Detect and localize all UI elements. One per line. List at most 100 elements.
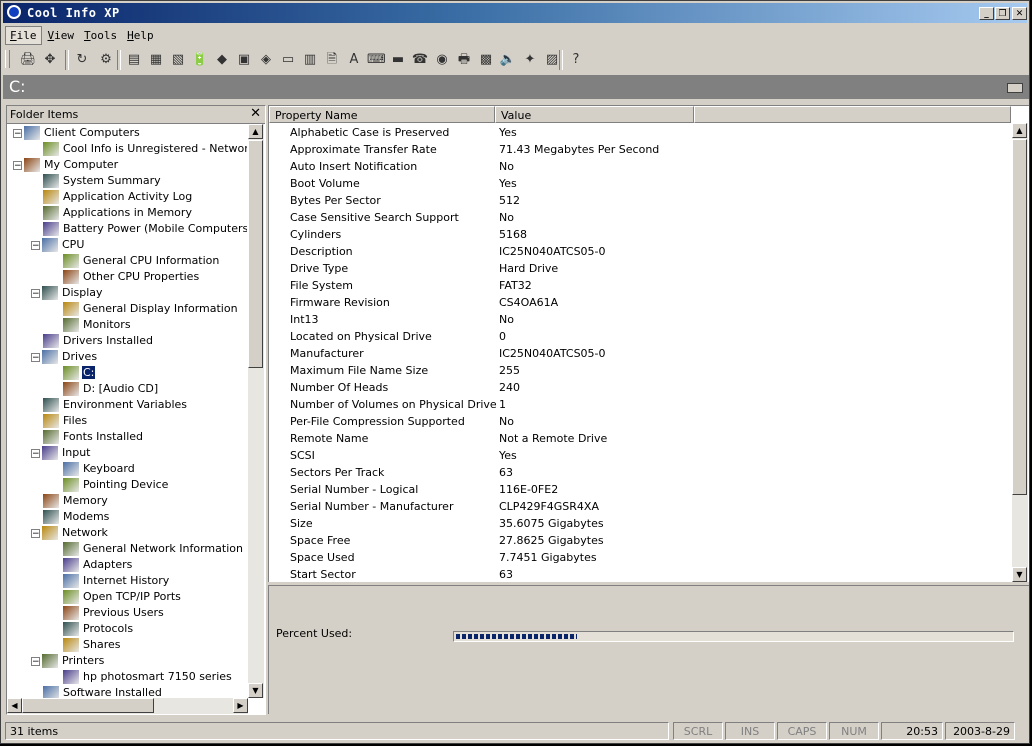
tree-item[interactable]: − Display <box>31 285 104 301</box>
tree-item[interactable]: − CPU <box>31 237 85 253</box>
properties-scroll-thumb[interactable] <box>1012 139 1027 495</box>
toolbar-drives-icon[interactable]: ▭ <box>279 51 297 69</box>
toolbar-cpu-icon[interactable]: ◆ <box>213 51 231 69</box>
tree-item[interactable]: C: <box>63 365 96 381</box>
property-row[interactable]: Maximum File Name Size 255 <box>269 362 1011 379</box>
tree-item[interactable]: Keyboard <box>63 461 136 477</box>
property-row[interactable]: Serial Number - Logical 116E-0FE2 <box>269 481 1011 498</box>
properties-scroll-up-arrow[interactable]: ▲ <box>1012 123 1027 138</box>
tree-item[interactable]: Cool Info is Unregistered - Network W <box>43 141 247 157</box>
toolbar-applications-memory-icon[interactable]: ▧ <box>169 51 187 69</box>
toolbar-files-icon[interactable]: 🗎 <box>323 51 341 69</box>
property-row[interactable]: Alphabetic Case is Preserved Yes <box>269 124 1011 141</box>
folder-pane-close-icon[interactable]: ✕ <box>250 106 261 121</box>
toolbar-fonts-icon[interactable]: A <box>345 51 363 69</box>
tree-item[interactable]: Software Installed <box>43 685 163 698</box>
restore-button[interactable]: ❐ <box>995 7 1010 20</box>
tree-expander[interactable]: − <box>13 128 22 138</box>
tree-expander[interactable]: − <box>31 656 40 666</box>
toolbar-application-log-icon[interactable]: ▦ <box>147 51 165 69</box>
property-row[interactable]: Case Sensitive Search Support No <box>269 209 1011 226</box>
tree-item[interactable]: System Summary <box>43 173 162 189</box>
property-row[interactable]: Firmware Revision CS4OA61A <box>269 294 1011 311</box>
tree-expander[interactable]: − <box>31 352 40 362</box>
property-row[interactable]: Manufacturer IC25N040ATCS05-0 <box>269 345 1011 362</box>
property-row[interactable]: Number of Volumes on Physical Drive 1 <box>269 396 1011 413</box>
toolbar-help-icon[interactable]: ? <box>567 51 585 69</box>
property-row[interactable]: Serial Number - Manufacturer CLP429F4GSR4… <box>269 498 1011 515</box>
toolbar-environment-icon[interactable]: ▥ <box>301 51 319 69</box>
menu-tools[interactable]: Tools <box>80 27 121 44</box>
tree-item[interactable]: Environment Variables <box>43 397 188 413</box>
tree-item[interactable]: − Input <box>31 445 91 461</box>
tree-item[interactable]: General Network Information <box>63 541 244 557</box>
toolbar-move-icon[interactable]: ✥ <box>41 51 59 69</box>
tree-scroll-thumb[interactable] <box>248 140 263 368</box>
property-row[interactable]: Cylinders 5168 <box>269 226 1011 243</box>
property-row[interactable]: Int13 No <box>269 311 1011 328</box>
toolbar-sound-icon[interactable]: 🔈 <box>499 51 517 69</box>
tree-expander[interactable]: − <box>13 160 22 170</box>
tree-item[interactable]: − Printers <box>31 653 105 669</box>
property-row[interactable]: Space Free 27.8625 Gigabytes <box>269 532 1011 549</box>
tree-item[interactable]: Other CPU Properties <box>63 269 200 285</box>
toolbar-modems-icon[interactable]: ☎ <box>411 51 429 69</box>
tree-item[interactable]: Protocols <box>63 621 134 637</box>
property-row[interactable]: Bytes Per Sector 512 <box>269 192 1011 209</box>
column-header-value[interactable]: Value <box>495 106 694 123</box>
tree-item[interactable]: Previous Users <box>63 605 165 621</box>
tree-expander[interactable]: − <box>31 240 40 250</box>
tree-scroll-left-arrow[interactable]: ◀ <box>7 698 22 713</box>
tree-item[interactable]: Modems <box>43 509 110 525</box>
column-header-property-name[interactable]: Property Name <box>269 106 495 123</box>
tree-item[interactable]: − Client Computers <box>13 125 141 141</box>
tree-item[interactable]: hp photosmart 7150 series <box>63 669 233 685</box>
tree-item[interactable]: Files <box>43 413 88 429</box>
tree-item[interactable]: Fonts Installed <box>43 429 144 445</box>
tree-item[interactable]: Pointing Device <box>63 477 169 493</box>
toolbar-grip[interactable] <box>5 50 10 68</box>
property-row[interactable]: Boot Volume Yes <box>269 175 1011 192</box>
tree-item[interactable]: Open TCP/IP Ports <box>63 589 182 605</box>
tree-item[interactable]: Internet History <box>63 573 170 589</box>
tree-item[interactable]: − Drives <box>31 349 98 365</box>
tree-hscroll-thumb[interactable] <box>22 698 154 713</box>
tree-item[interactable]: Adapters <box>63 557 133 573</box>
tree-expander[interactable]: − <box>31 448 40 458</box>
menu-file[interactable]: File <box>5 26 42 45</box>
toolbar-startup-icon[interactable]: ✦ <box>521 51 539 69</box>
toolbar-drivers-icon[interactable]: ◈ <box>257 51 275 69</box>
tree-item[interactable]: − Network <box>31 525 109 541</box>
toolbar-battery-icon[interactable]: 🔋 <box>191 51 209 69</box>
tree-vertical-scrollbar[interactable]: ▲ ▼ <box>248 124 264 698</box>
tree-item[interactable]: Application Activity Log <box>43 189 193 205</box>
toolbar-tasks-icon[interactable]: ▨ <box>543 51 561 69</box>
tree-item[interactable]: Memory <box>43 493 109 509</box>
tree-item[interactable]: Shares <box>63 637 121 653</box>
property-row[interactable]: Number Of Heads 240 <box>269 379 1011 396</box>
toolbar-system-summary-icon[interactable]: ▤ <box>125 51 143 69</box>
toolbar-memory-icon[interactable]: ▬ <box>389 51 407 69</box>
tree-horizontal-scrollbar[interactable]: ◀ ▶ <box>7 698 248 714</box>
property-row[interactable]: Size 35.6075 Gigabytes <box>269 515 1011 532</box>
toolbar-wizard-icon[interactable]: ⚙ <box>97 51 115 69</box>
title-bar[interactable]: Cool Info XP _ ❐ ✕ <box>3 3 1027 23</box>
properties-vertical-scrollbar[interactable]: ▲ ▼ <box>1012 123 1028 582</box>
menu-help[interactable]: Help <box>123 27 158 44</box>
property-row[interactable]: Start Sector 63 <box>269 566 1011 583</box>
tree-item[interactable]: Applications in Memory <box>43 205 193 221</box>
properties-scroll-down-arrow[interactable]: ▼ <box>1012 567 1027 582</box>
tree-item[interactable]: General CPU Information <box>63 253 220 269</box>
property-row[interactable]: Remote Name Not a Remote Drive <box>269 430 1011 447</box>
toolbar-software-icon[interactable]: ▩ <box>477 51 495 69</box>
tree-item[interactable]: Battery Power (Mobile Computers) <box>43 221 247 237</box>
property-row[interactable]: SCSI Yes <box>269 447 1011 464</box>
property-row[interactable]: Description IC25N040ATCS05-0 <box>269 243 1011 260</box>
tree-scroll-right-arrow[interactable]: ▶ <box>233 698 248 713</box>
toolbar-printers-icon[interactable]: 🖶 <box>455 51 473 69</box>
tree-expander[interactable]: − <box>31 528 40 538</box>
tree-scroll-down-arrow[interactable]: ▼ <box>248 683 263 698</box>
property-row[interactable]: Sectors Per Track 63 <box>269 464 1011 481</box>
property-row[interactable]: Per-File Compression Supported No <box>269 413 1011 430</box>
tree-item[interactable]: General Display Information <box>63 301 239 317</box>
